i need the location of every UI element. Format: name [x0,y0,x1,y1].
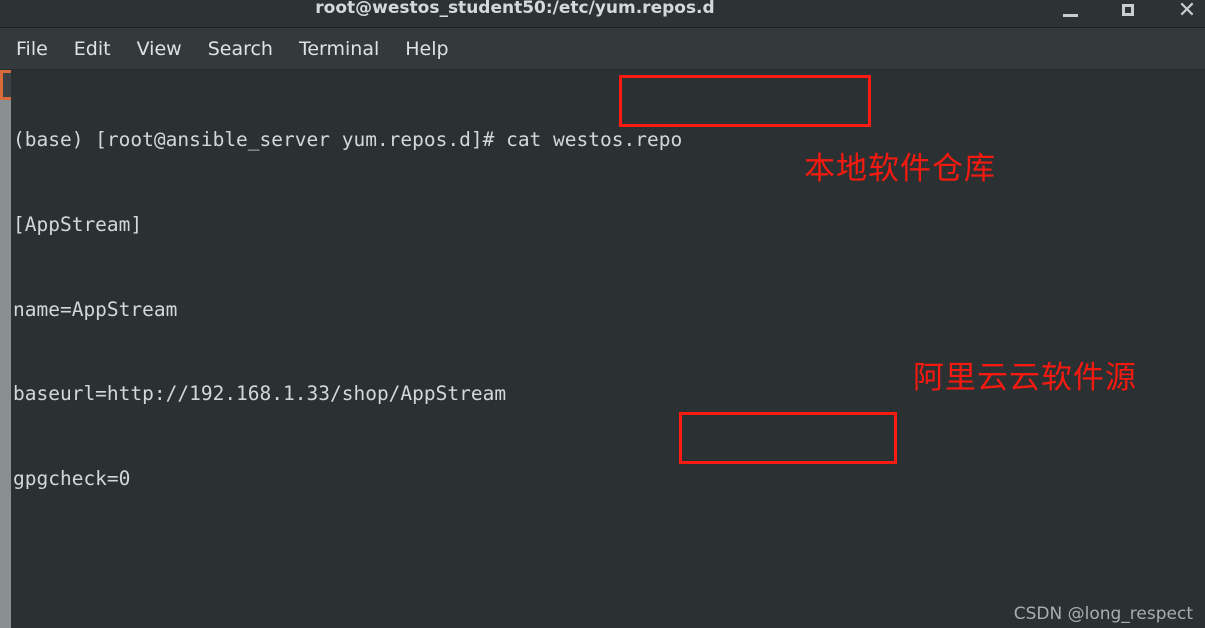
close-icon[interactable]: ✕ [1177,0,1197,22]
vertical-scrollbar[interactable] [0,70,11,628]
window-title: root@westos_student50:/etc/yum.repos.d [315,0,715,18]
menu-item-edit[interactable]: Edit [74,38,111,60]
terminal-window: root@westos_student50:/etc/yum.repos.d ✕… [0,0,1205,628]
scrollbar-thumb[interactable] [0,100,11,628]
menu-item-help[interactable]: Help [405,38,448,60]
terminal-line: (base) [root@ansible_server yum.repos.d]… [13,128,683,152]
minimize-icon[interactable] [1061,2,1081,22]
terminal-text: (base) [root@ansible_server yum.repos.d]… [13,70,1205,628]
menu-item-search[interactable]: Search [208,38,273,60]
terminal-output-area[interactable]: (base) [root@ansible_server yum.repos.d]… [0,70,1205,628]
terminal-line: gpgcheck=0 [13,466,131,490]
maximize-icon[interactable] [1119,2,1139,22]
scrollbar-prompt-marker [0,70,11,103]
menu-item-file[interactable]: File [16,38,48,60]
window-controls: ✕ [1061,0,1197,24]
annotation-local-repo: 本地软件仓库 [804,151,996,187]
menu-item-view[interactable]: View [137,38,182,60]
watermark: CSDN @long_respect [1013,604,1193,624]
terminal-line: [AppStream] [13,213,143,236]
menu-bar: File Edit View Search Terminal Help [0,28,1205,70]
window-titlebar[interactable]: root@westos_student50:/etc/yum.repos.d ✕ [0,0,1205,28]
menu-item-terminal[interactable]: Terminal [299,38,379,60]
annotation-aliyun-repo: 阿里云云软件源 [913,360,1137,396]
terminal-line: name=AppStream [13,297,178,321]
